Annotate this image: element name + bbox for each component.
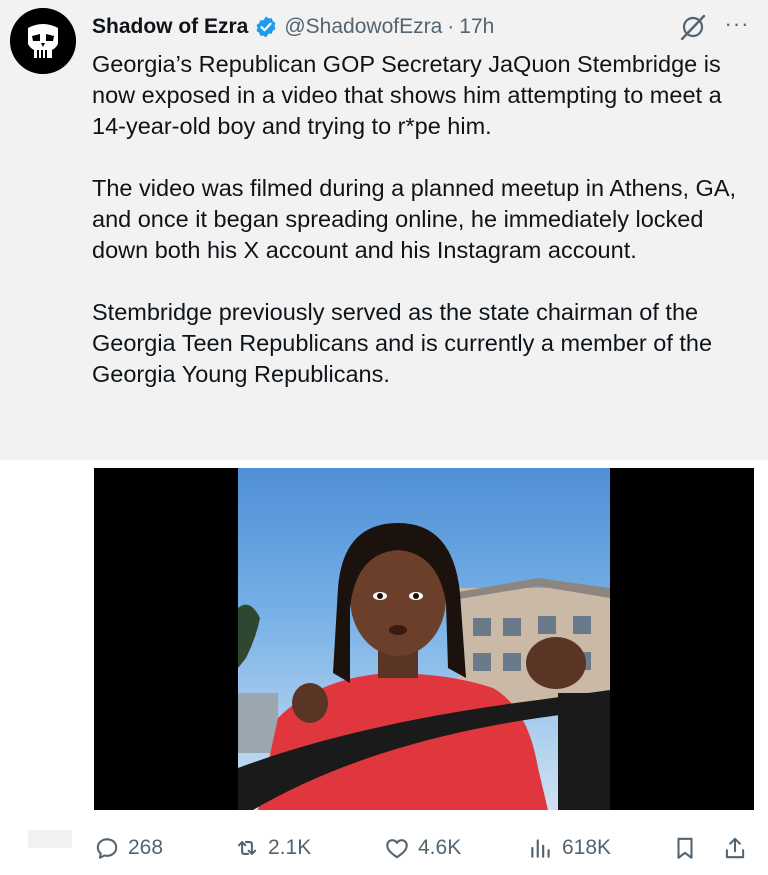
reply-icon xyxy=(96,838,118,859)
reply-count: 268 xyxy=(128,836,164,859)
repost-count: 2.1K xyxy=(268,836,312,859)
views-icon xyxy=(531,839,550,858)
repost-icon xyxy=(237,841,257,855)
separator-dot: · xyxy=(447,15,455,38)
post-action-bar: 268 2.1K 4.6K 618K xyxy=(0,820,768,875)
video-frame xyxy=(238,468,610,810)
post-text: Georgia’s Republican GOP Secretary JaQuo… xyxy=(92,49,757,421)
faint-artifact xyxy=(28,830,72,848)
views-count: 618K xyxy=(562,836,612,859)
verified-badge-icon[interactable] xyxy=(254,15,278,39)
author-handle[interactable]: @ShadowofEzra xyxy=(284,15,442,39)
repost-button[interactable]: 2.1K xyxy=(234,830,311,866)
views-button[interactable]: 618K xyxy=(528,830,611,866)
post-paragraph-2: The video was filmed during a planned me… xyxy=(92,175,737,263)
post-paragraph-3: Stembridge previously served as the stat… xyxy=(92,299,713,387)
post-paragraph-1: Georgia’s Republican GOP Secretary JaQuo… xyxy=(92,51,722,139)
post-header: Shadow of Ezra @ShadowofEzra · 17h xyxy=(92,12,494,42)
video-player[interactable] xyxy=(94,468,754,810)
share-button[interactable] xyxy=(722,830,756,866)
like-button[interactable]: 4.6K xyxy=(384,830,461,866)
bookmark-icon xyxy=(677,837,693,859)
reply-button[interactable]: 268 xyxy=(94,830,163,866)
punisher-skull-icon xyxy=(10,8,76,74)
author-avatar[interactable] xyxy=(10,8,76,74)
post-timestamp[interactable]: 17h xyxy=(459,15,494,39)
video-thumbnail-image xyxy=(238,523,610,810)
heart-icon xyxy=(386,839,408,859)
bookmark-button[interactable] xyxy=(672,830,706,866)
like-count: 4.6K xyxy=(418,836,462,859)
grok-icon[interactable] xyxy=(678,12,708,42)
more-options-button[interactable]: ··· xyxy=(720,9,754,39)
author-name[interactable]: Shadow of Ezra xyxy=(92,15,248,39)
share-icon xyxy=(725,837,745,859)
